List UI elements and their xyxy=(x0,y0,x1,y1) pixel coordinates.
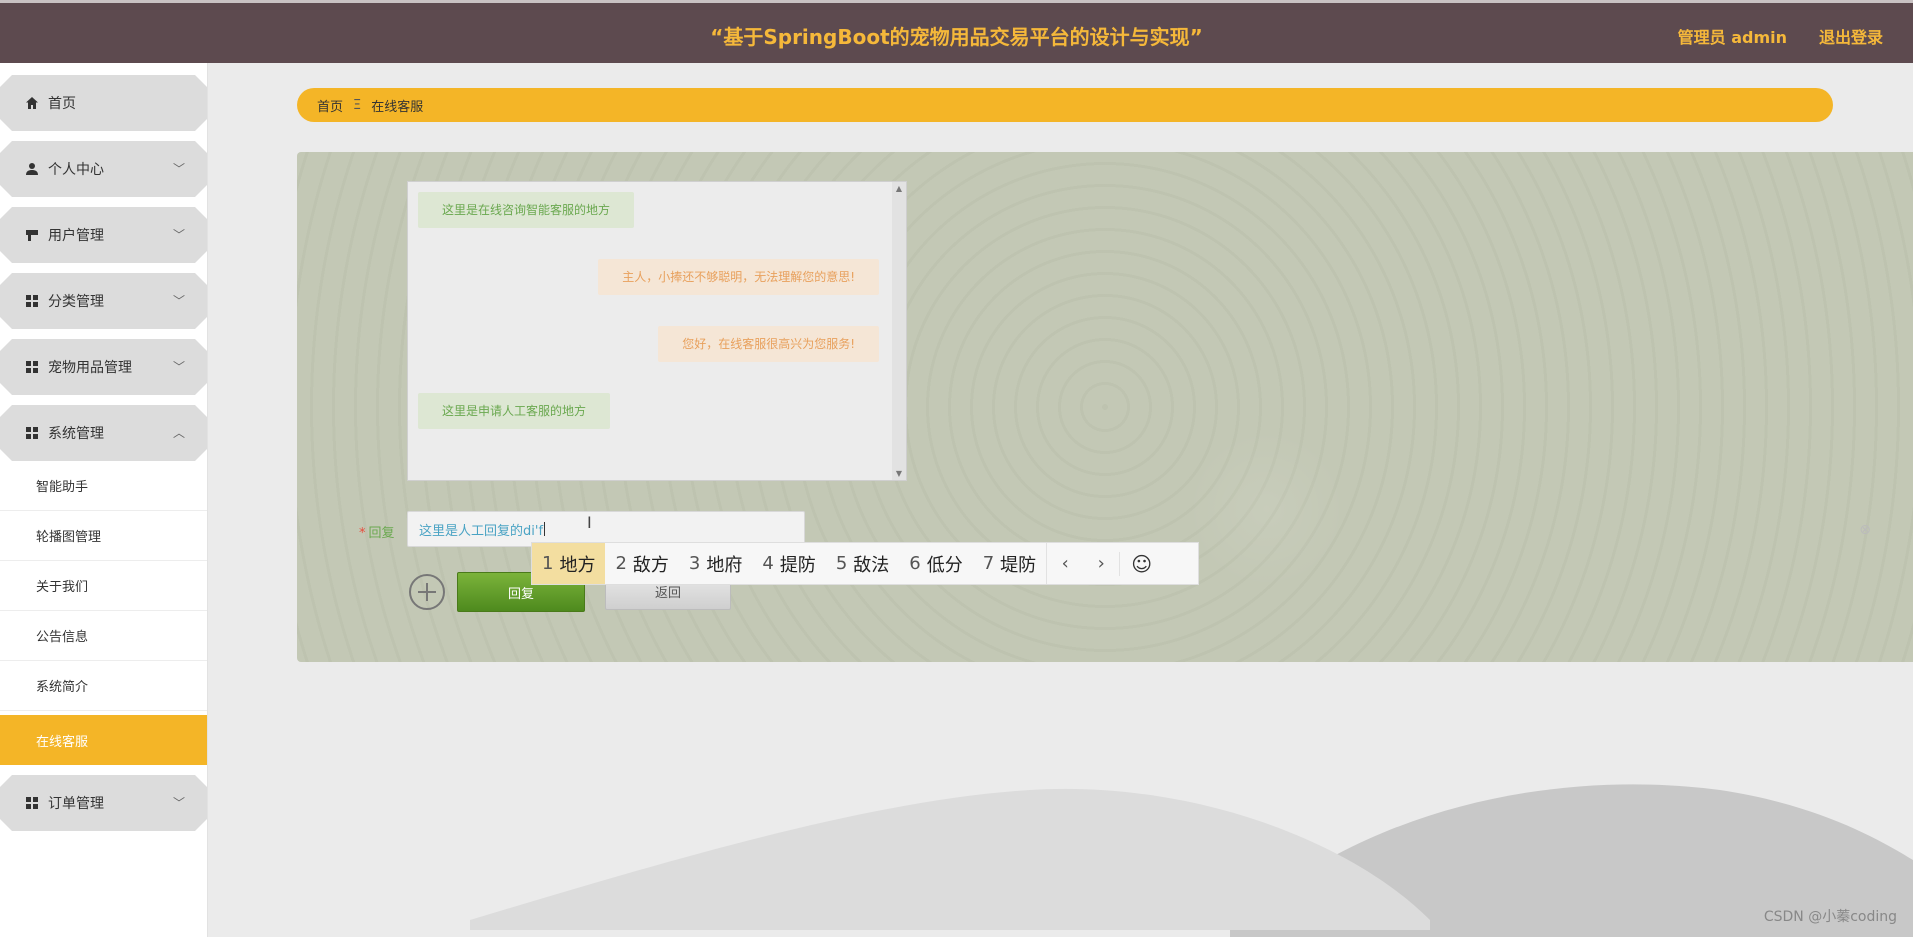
required-mark: * xyxy=(359,526,366,541)
sidebar-item-label: 订单管理 xyxy=(48,796,104,812)
chevron-right-icon[interactable]: › xyxy=(1083,553,1119,574)
ime-candidate-bar: 1 地方 2 敌方 3 地府 4 提防 5 敌法 6 低分 7 堤防 ‹ › ☺ xyxy=(531,542,1199,585)
admin-user-label[interactable]: 管理员 admin xyxy=(1678,24,1787,48)
sidebar-item-label: 首页 xyxy=(48,96,76,112)
ime-candidate[interactable]: 5 敌法 xyxy=(826,543,899,584)
logout-link[interactable]: 退出登录 xyxy=(1819,24,1883,48)
breadcrumb: 首页 Ξ 在线客服 xyxy=(297,88,1833,122)
sidebar-item-label: 宠物用品管理 xyxy=(48,360,132,376)
ime-candidate-number: 2 xyxy=(615,553,627,574)
chat-message-right: 主人，小捧还不够聪明，无法理解您的意思! xyxy=(598,259,879,295)
user-icon xyxy=(24,161,40,177)
chevron-down-icon: ﹀ xyxy=(172,162,185,176)
sidebar-item-user-management[interactable]: 用户管理 ﹀ xyxy=(0,207,207,263)
grid-icon xyxy=(24,293,40,309)
add-circle-icon[interactable] xyxy=(409,574,445,610)
ime-candidate[interactable]: 1 地方 xyxy=(532,543,606,584)
sidebar-subitem-assistant[interactable]: 智能助手 xyxy=(0,461,207,511)
sidebar-subitem-label: 轮播图管理 xyxy=(36,530,102,545)
sidebar-item-category-management[interactable]: 分类管理 ﹀ xyxy=(0,273,207,329)
ime-candidate[interactable]: 2 敌方 xyxy=(605,543,678,584)
sidebar-item-order-management[interactable]: 订单管理 ﹀ xyxy=(0,775,207,831)
text-caret xyxy=(544,522,546,536)
sidebar-subitem-online-service[interactable]: 在线客服 xyxy=(0,715,207,765)
ime-candidate-number: 1 xyxy=(542,553,554,574)
ime-nav: ‹ › ☺ xyxy=(1046,543,1163,584)
chat-scrollbar[interactable]: ▲ ▼ xyxy=(892,182,906,480)
ime-candidate-text: 地方 xyxy=(559,554,596,576)
sidebar-subitem-label: 关于我们 xyxy=(36,580,89,595)
sidebar-subitem-label: 系统简介 xyxy=(36,680,89,695)
sidebar-subitem-label: 公告信息 xyxy=(36,630,89,645)
ime-candidate-text: 低分 xyxy=(926,554,963,576)
breadcrumb-separator-icon: Ξ xyxy=(353,97,362,113)
chat-history[interactable]: 这里是在线咨询智能客服的地方 主人，小捧还不够聪明，无法理解您的意思! 您好，在… xyxy=(407,181,907,481)
watermark: CSDN @小蓁coding xyxy=(1763,909,1897,925)
ime-candidate[interactable]: 7 堤防 xyxy=(973,543,1046,584)
sidebar-item-label: 系统管理 xyxy=(48,426,104,442)
reply-label: * 回复 xyxy=(359,522,395,541)
grid-icon xyxy=(24,425,40,441)
sidebar-item-label: 个人中心 xyxy=(48,162,104,178)
ime-candidate-text: 地府 xyxy=(706,554,743,576)
ime-candidate[interactable]: 6 低分 xyxy=(899,543,972,584)
chat-message-left: 这里是申请人工客服的地方 xyxy=(418,393,611,429)
chevron-down-icon: ﹀ xyxy=(172,796,185,810)
sidebar-item-pet-supplies[interactable]: 宠物用品管理 ﹀ xyxy=(0,339,207,395)
ime-candidate-text: 敌方 xyxy=(632,554,669,576)
chevron-up-icon: ︿ xyxy=(172,426,185,440)
ime-candidate-number: 5 xyxy=(835,553,848,574)
scroll-up-icon[interactable]: ▲ xyxy=(892,184,906,193)
sidebar-subitem-about[interactable]: 关于我们 xyxy=(0,561,207,611)
chat-message-left: 这里是在线咨询智能客服的地方 xyxy=(418,192,635,228)
chevron-left-icon[interactable]: ‹ xyxy=(1047,553,1083,574)
reply-input-value: 这里是人工回复的di'f xyxy=(419,523,544,539)
sidebar-subitem-label: 在线客服 xyxy=(36,734,89,750)
ime-candidate-number: 4 xyxy=(762,553,774,574)
emoji-icon[interactable]: ☺ xyxy=(1119,551,1163,576)
breadcrumb-current: 在线客服 xyxy=(371,99,424,115)
grid-icon xyxy=(24,359,40,375)
top-header: “基于SpringBoot的宠物用品交易平台的设计与实现” 管理员 admin … xyxy=(0,0,1913,63)
ime-candidate-text: 堤防 xyxy=(1000,554,1037,576)
sidebar-item-system-management[interactable]: 系统管理 ︿ xyxy=(0,405,207,461)
ime-candidate-text: 提防 xyxy=(779,554,816,576)
ime-candidate-number: 6 xyxy=(909,553,921,574)
ime-candidate[interactable]: 3 地府 xyxy=(679,543,752,584)
sidebar-subitem-notices[interactable]: 公告信息 xyxy=(0,611,207,661)
scroll-down-icon[interactable]: ▼ xyxy=(892,469,906,478)
clear-icon[interactable]: ⊗ xyxy=(1859,522,1871,538)
grid-icon xyxy=(24,795,40,811)
sidebar-subitem-carousel[interactable]: 轮播图管理 xyxy=(0,511,207,561)
ime-candidate-text: 敌法 xyxy=(853,554,890,576)
sidebar-subitem-label: 智能助手 xyxy=(36,480,89,495)
chat-message-right: 您好，在线客服很高兴为您服务! xyxy=(658,326,879,362)
user-manage-icon xyxy=(24,227,40,243)
sidebar-item-label: 用户管理 xyxy=(48,228,104,244)
sidebar-item-home[interactable]: 首页 xyxy=(0,75,207,131)
ime-candidate-number: 3 xyxy=(688,553,701,574)
sidebar-subitem-intro[interactable]: 系统简介 xyxy=(0,661,207,711)
ime-candidate[interactable]: 4 提防 xyxy=(752,543,825,584)
sidebar: 首页 个人中心 ﹀ 用户管理 ﹀ 分类管理 ﹀ 宠物用品管理 ﹀ 系统管理 ︿ xyxy=(0,63,208,937)
reply-label-text: 回复 xyxy=(368,526,395,541)
sidebar-item-personal-center[interactable]: 个人中心 ﹀ xyxy=(0,141,207,197)
decorative-hills xyxy=(470,784,1913,937)
chevron-down-icon: ﹀ xyxy=(172,294,185,308)
site-title: “基于SpringBoot的宠物用品交易平台的设计与实现” xyxy=(710,25,1203,49)
chevron-down-icon: ﹀ xyxy=(172,360,185,374)
chevron-down-icon: ﹀ xyxy=(172,228,185,242)
ime-candidate-number: 7 xyxy=(982,553,995,574)
ibeam-cursor-icon: I xyxy=(587,513,592,532)
breadcrumb-home[interactable]: 首页 xyxy=(317,96,343,115)
home-icon xyxy=(24,95,40,111)
chat-panel: 这里是在线咨询智能客服的地方 主人，小捧还不够聪明，无法理解您的意思! 您好，在… xyxy=(297,152,1913,662)
sidebar-item-label: 分类管理 xyxy=(48,294,104,310)
